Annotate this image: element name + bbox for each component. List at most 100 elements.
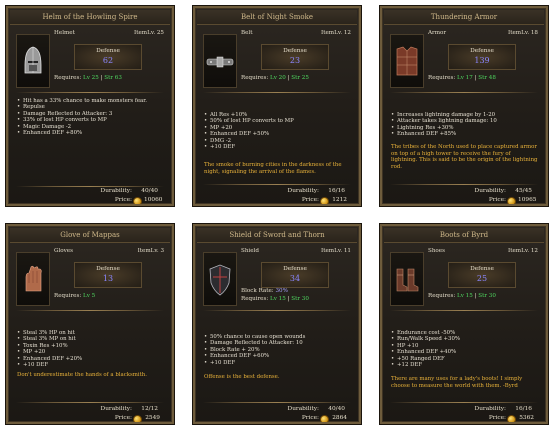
- defense-box: Defense 25: [448, 262, 516, 288]
- lore-text: The tribes of the North used to place ca…: [391, 144, 538, 170]
- property-item: +12 DEF: [391, 362, 540, 369]
- defense-value: 23: [289, 56, 301, 66]
- price-label: Price:: [301, 197, 319, 203]
- defense-box: Defense 13: [74, 262, 142, 288]
- item-icon-frame: [16, 252, 50, 306]
- property-list: Hit has a 33% chance to make monsters fe…: [17, 98, 166, 137]
- property-list: 50% chance to cause open wounds Damage R…: [204, 334, 353, 366]
- lore-text: The smoke of burning cities in the darkn…: [204, 162, 342, 175]
- item-card-armor: Thundering Armor Armor ItemLv. 18 Defens…: [380, 6, 548, 206]
- item-level: ItemLv. 11: [321, 248, 351, 254]
- item-type: Shield: [241, 248, 259, 254]
- armor-icon: [396, 46, 418, 76]
- shield-icon: [209, 264, 231, 296]
- price-label: Price:: [488, 415, 506, 421]
- item-icon-frame: [203, 34, 237, 88]
- item-icon-frame: [390, 252, 424, 306]
- coin-icon: [133, 415, 142, 422]
- price-value: 1212: [332, 197, 347, 203]
- divider: [16, 310, 164, 311]
- property-list: Steal 3% HP on hit Steal 3% MP on hit To…: [17, 330, 166, 369]
- divider: [16, 186, 164, 187]
- property-list: All Res +10% 50% of lost HP converts to …: [204, 112, 353, 151]
- durability-label: Durability:: [474, 406, 506, 412]
- item-level: ItemLv. 12: [321, 30, 351, 36]
- defense-box: Defense 34: [261, 262, 329, 288]
- defense-box: Defense 23: [261, 44, 329, 70]
- divider: [16, 402, 164, 403]
- requirements: Requires: Lv 25 | Str 63: [54, 75, 122, 81]
- defense-box: Defense 62: [74, 44, 142, 70]
- defense-label: Defense: [283, 266, 307, 272]
- item-title: Helm of the Howling Spire: [10, 10, 170, 25]
- durability-label: Durability:: [474, 188, 506, 194]
- divider: [390, 184, 538, 185]
- item-title: Thundering Armor: [384, 10, 544, 25]
- coin-icon: [507, 415, 516, 422]
- durability-value: 45/45: [515, 188, 532, 194]
- defense-value: 139: [474, 56, 490, 66]
- defense-label: Defense: [96, 48, 120, 54]
- boots-icon: [396, 268, 419, 292]
- helmet-icon: [24, 46, 42, 74]
- lore-text: Don't underestimate the hands of a black…: [17, 372, 147, 378]
- item-title: Shield of Sword and Thorn: [197, 228, 357, 243]
- durability-label: Durability:: [100, 188, 132, 194]
- item-type: Armor: [428, 30, 447, 36]
- lore-text: There are many uses for a lady's boots! …: [391, 376, 523, 389]
- durability-label: Durability:: [287, 188, 319, 194]
- belt-icon: [206, 56, 234, 68]
- coin-icon: [320, 197, 329, 204]
- item-title: Glove of Mappas: [10, 228, 170, 243]
- price-label: Price:: [488, 197, 506, 203]
- defense-value: 25: [476, 274, 488, 284]
- divider: [203, 92, 351, 93]
- defense-value: 13: [102, 274, 114, 284]
- item-type: Helmet: [54, 30, 75, 36]
- item-title: Boots of Byrd: [384, 228, 544, 243]
- requirements: Requires: Lv 20 | Str 25: [241, 75, 309, 81]
- requirements: Requires: Lv 15 | Str 30: [428, 293, 496, 299]
- lore-text: Offense is the best defense.: [204, 374, 280, 380]
- requirements: Requires: Lv 5: [54, 293, 96, 299]
- durability-value: 12/12: [141, 406, 158, 412]
- item-level: ItemLv. 25: [134, 30, 164, 36]
- defense-label: Defense: [470, 266, 494, 272]
- property-list: Increases lightning damage by 1-20 Attac…: [391, 112, 540, 138]
- item-type: Shoes: [428, 248, 445, 254]
- durability-value: 16/16: [328, 188, 345, 194]
- property-item: Enhanced DEF +80%: [17, 130, 166, 137]
- coin-icon: [320, 415, 329, 422]
- block-rate: Block Rate: 30%: [241, 288, 288, 294]
- gloves-icon: [25, 265, 42, 292]
- item-icon-frame: [390, 34, 424, 88]
- requirements: Requires: Lv 17 | Str 48: [428, 75, 496, 81]
- property-item: +10 DEF: [204, 360, 353, 367]
- price-value: 5362: [519, 415, 534, 421]
- property-list: Endurance cost -50% Run/Walk Speed +30% …: [391, 330, 540, 369]
- item-icon-frame: [203, 252, 237, 306]
- price-label: Price:: [114, 415, 132, 421]
- defense-label: Defense: [96, 266, 120, 272]
- divider: [390, 92, 538, 93]
- divider: [390, 402, 538, 403]
- property-item: +10 DEF: [204, 144, 353, 151]
- item-level: ItemLv. 3: [137, 248, 164, 254]
- item-title: Belt of Night Smoke: [197, 10, 357, 25]
- price-label: Price:: [114, 197, 132, 203]
- durability-value: 40/40: [328, 406, 345, 412]
- defense-label: Defense: [470, 48, 494, 54]
- divider: [390, 310, 538, 311]
- price-value: 2864: [332, 415, 347, 421]
- price-value: 10965: [518, 197, 537, 203]
- property-item: +10 DEF: [17, 362, 166, 369]
- item-card-belt: Belt of Night Smoke Belt ItemLv. 12 Defe…: [193, 6, 361, 206]
- property-item: Enhanced DEF +85%: [391, 131, 540, 138]
- item-level: ItemLv. 18: [508, 30, 538, 36]
- item-level: ItemLv. 12: [508, 248, 538, 254]
- divider: [203, 310, 351, 311]
- defense-label: Defense: [283, 48, 307, 54]
- defense-value: 34: [289, 274, 301, 284]
- divider: [203, 402, 351, 403]
- item-card-helm: Helm of the Howling Spire Helmet ItemLv.…: [6, 6, 174, 206]
